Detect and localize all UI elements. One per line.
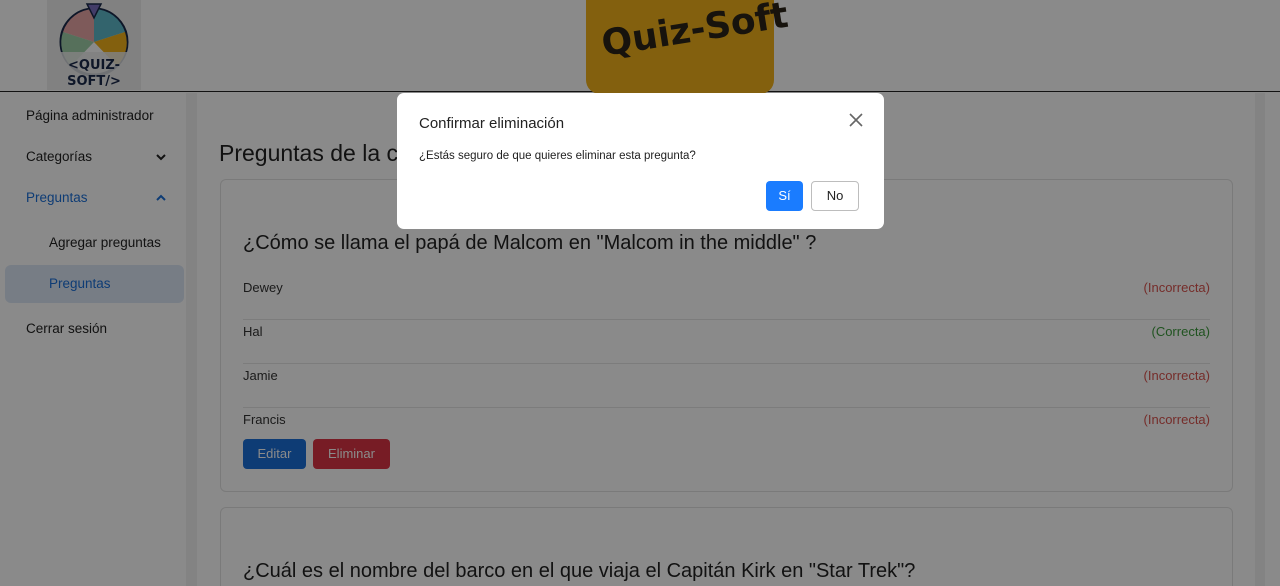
modal-message: ¿Estás seguro de que quieres eliminar es… [419,150,696,162]
confirm-delete-modal: Confirmar eliminación ¿Estás seguro de q… [397,93,884,229]
modal-backdrop[interactable] [0,0,1280,586]
confirm-yes-button[interactable]: Sí [766,181,803,211]
modal-title: Confirmar eliminación [419,115,565,132]
close-icon[interactable] [849,109,863,131]
confirm-no-button[interactable]: No [811,181,859,211]
